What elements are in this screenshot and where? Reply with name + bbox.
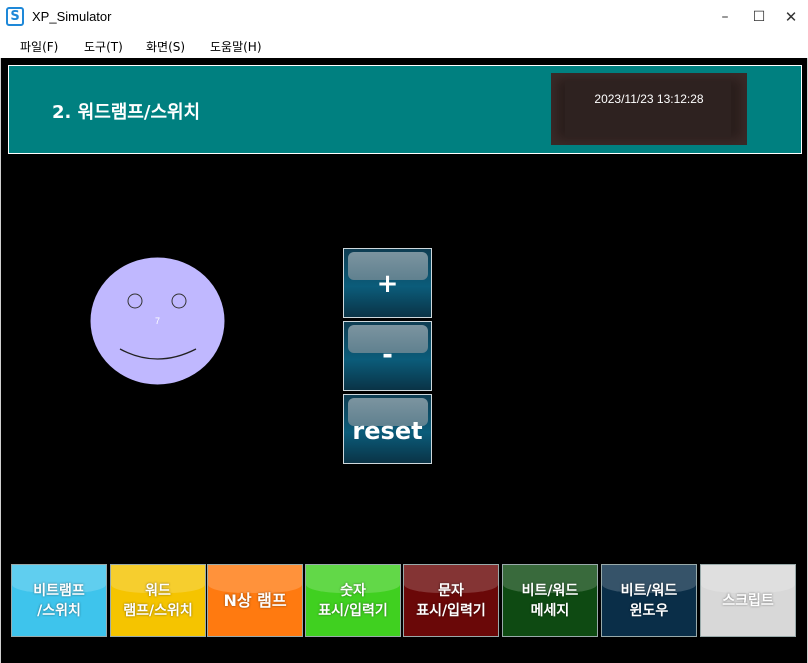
nav-label-line1: 비트/워드 xyxy=(620,582,678,599)
nav-label: 비트램프/스위치 xyxy=(12,565,106,636)
decrement-button[interactable]: - xyxy=(343,321,432,391)
nav-label-line2: /스위치 xyxy=(37,602,81,619)
menu-tools[interactable]: 도구(T) xyxy=(84,38,123,55)
maximize-button[interactable]: ☐ xyxy=(748,6,770,28)
simulator-screen: 2. 워드램프/스위치 2023/11/23 13:12:28 7 + - re… xyxy=(0,58,808,663)
nav-bit-word-window[interactable]: 비트/워드윈도우 xyxy=(601,564,697,637)
nav-label-line1: 워드 xyxy=(145,582,171,599)
lamp-value: 7 xyxy=(155,316,160,326)
nav-script[interactable]: 스크립트 xyxy=(700,564,796,637)
nav-numeric-display-input[interactable]: 숫자표시/입력기 xyxy=(305,564,401,637)
reset-button[interactable]: reset xyxy=(343,394,432,464)
nav-label-line1: N상 램프 xyxy=(223,590,287,610)
nav-label-line2: 메세지 xyxy=(530,602,570,619)
nav-label: 스크립트 xyxy=(701,565,795,636)
screen-title: 2. 워드램프/스위치 xyxy=(52,102,201,123)
nav-label-line1: 숫자 xyxy=(340,582,366,599)
nav-word-lamp-switch[interactable]: 워드램프/스위치 xyxy=(110,564,206,637)
menu-file[interactable]: 파일(F) xyxy=(20,38,58,55)
nav-label-line1: 스크립트 xyxy=(722,592,774,609)
nav-label-line1: 비트램프 xyxy=(33,582,85,599)
nav-label-line1: 비트/워드 xyxy=(521,582,579,599)
menu-screen[interactable]: 화면(S) xyxy=(146,38,185,55)
decrement-label: - xyxy=(382,340,393,370)
nav-label-line2: 윈도우 xyxy=(629,602,669,619)
word-lamp-smiley[interactable]: 7 xyxy=(90,257,225,385)
nav-bit-lamp-switch[interactable]: 비트램프/스위치 xyxy=(11,564,107,637)
nav-label: 문자표시/입력기 xyxy=(404,565,498,636)
nav-bit-word-message[interactable]: 비트/워드메세지 xyxy=(502,564,598,637)
menu-help[interactable]: 도움말(H) xyxy=(210,38,262,55)
clock-panel: 2023/11/23 13:12:28 xyxy=(551,73,747,145)
minimize-button[interactable]: – xyxy=(714,6,736,28)
increment-label: + xyxy=(376,269,399,299)
nav-label: 비트/워드윈도우 xyxy=(602,565,696,636)
nav-label: 워드램프/스위치 xyxy=(111,565,205,636)
increment-button[interactable]: + xyxy=(343,248,432,318)
clock-background xyxy=(565,81,731,137)
nav-label-line1: 문자 xyxy=(438,582,464,599)
close-button[interactable]: ✕ xyxy=(780,6,802,28)
nav-label-line2: 램프/스위치 xyxy=(123,602,193,619)
title-bar: S XP_Simulator – ☐ ✕ xyxy=(0,0,808,34)
nav-label-line2: 표시/입력기 xyxy=(318,602,388,619)
header-panel: 2. 워드램프/스위치 2023/11/23 13:12:28 xyxy=(8,65,802,154)
nav-label: 비트/워드메세지 xyxy=(503,565,597,636)
nav-label: N상 램프 xyxy=(208,565,302,636)
reset-label: reset xyxy=(352,417,423,445)
menu-bar: 파일(F) 도구(T) 화면(S) 도움말(H) xyxy=(0,34,808,58)
nav-label-line2: 표시/입력기 xyxy=(416,602,486,619)
app-icon: S xyxy=(6,7,24,26)
nav-label: 숫자표시/입력기 xyxy=(306,565,400,636)
window-title: XP_Simulator xyxy=(32,9,112,24)
nav-text-display-input[interactable]: 문자표시/입력기 xyxy=(403,564,499,637)
clock-datetime: 2023/11/23 13:12:28 xyxy=(594,92,704,106)
nav-n-phase-lamp[interactable]: N상 램프 xyxy=(207,564,303,637)
